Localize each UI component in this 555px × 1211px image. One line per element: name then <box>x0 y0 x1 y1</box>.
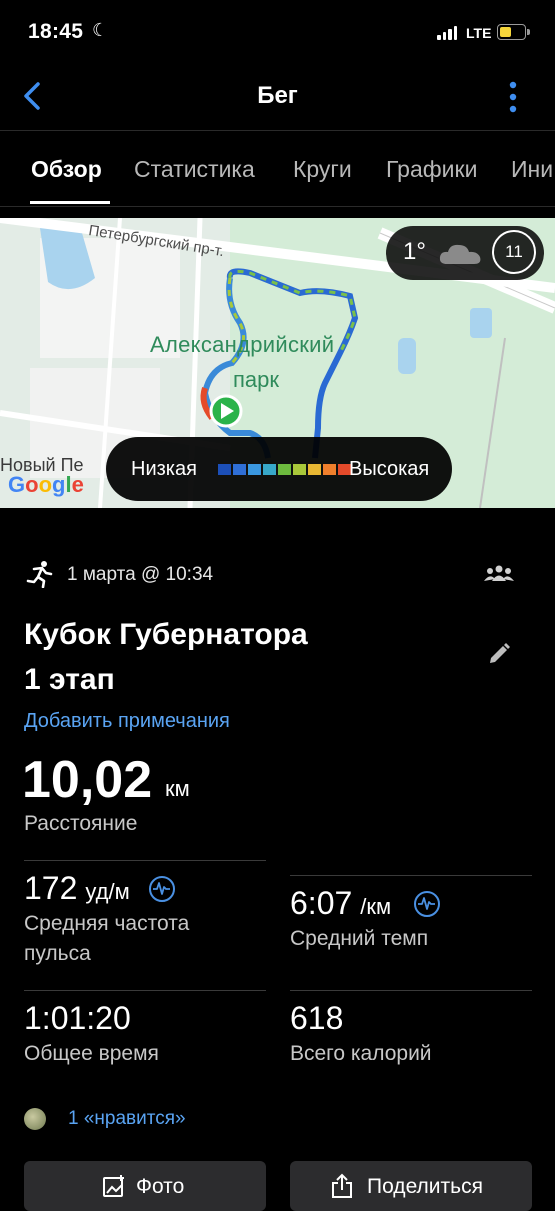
activity-date: 1 марта @ 10:34 <box>67 564 214 585</box>
activity-title: Кубок Губернатора 1 этап <box>24 612 308 702</box>
do-not-disturb-moon-icon: ☾ <box>92 20 109 40</box>
legend-color-swatch <box>278 464 291 475</box>
legend-color-swatch <box>233 464 246 475</box>
heart-rate-unit: уд/м <box>85 879 130 904</box>
distance-unit: км <box>165 776 190 801</box>
tabs-divider <box>0 206 555 207</box>
battery-cap <box>527 29 530 35</box>
tab-statistics[interactable]: Статистика <box>134 156 255 183</box>
distance-label: Расстояние <box>24 812 138 835</box>
share-button[interactable]: Поделиться <box>290 1161 532 1211</box>
total-time-label: Общее время <box>24 1042 159 1065</box>
tab-more[interactable]: Ини <box>511 156 553 183</box>
stats-divider <box>24 860 266 861</box>
legend-color-swatch <box>308 464 321 475</box>
google-attribution: Google <box>8 472 84 497</box>
distance-value: 10,02 <box>22 751 153 809</box>
legend-color-swatch <box>263 464 276 475</box>
legend-color-scale <box>218 464 351 475</box>
pace-label: Средний темп <box>290 927 429 950</box>
avatar <box>24 1108 46 1130</box>
legend-color-swatch <box>293 464 306 475</box>
group-icon[interactable] <box>484 564 514 589</box>
heart-rate-label-line1: Средняя частота <box>24 912 190 935</box>
stats-divider <box>290 875 532 876</box>
legend-low-label: Низкая <box>131 458 197 480</box>
wind-speed: 11 <box>505 242 523 261</box>
heart-rate-label-line2: пульса <box>24 942 91 965</box>
active-tab-indicator <box>30 201 110 204</box>
tab-charts[interactable]: Графики <box>386 156 477 183</box>
legend-color-swatch <box>323 464 336 475</box>
share-button-label: Поделиться <box>367 1175 483 1198</box>
heart-rate-pulse-icon[interactable] <box>149 876 175 902</box>
stats-divider <box>290 990 532 991</box>
network-type: LTE <box>466 25 492 41</box>
pace-value: 6:07 <box>290 885 353 921</box>
page-title: Бег <box>257 82 298 109</box>
map-park-label-2: парк <box>233 367 280 392</box>
tab-laps[interactable]: Круги <box>293 156 352 183</box>
add-photo-icon <box>102 1174 126 1203</box>
heart-rate-value: 172 <box>24 870 78 906</box>
battery-icon <box>497 24 526 40</box>
pace-stat: 6:07 /км <box>290 885 391 922</box>
cellular-signal-icon <box>437 24 457 40</box>
calories-label: Всего калорий <box>290 1042 432 1065</box>
share-icon <box>330 1173 354 1204</box>
status-time: 18:45 <box>28 20 84 43</box>
header-divider <box>0 130 555 131</box>
tab-overview[interactable]: Обзор <box>31 156 102 183</box>
pace-pulse-icon[interactable] <box>414 891 440 917</box>
activity-title-line1: Кубок Губернатора <box>24 618 308 651</box>
add-notes-link[interactable]: Добавить примечания <box>24 710 230 733</box>
activity-title-line2: 1 этап <box>24 663 115 696</box>
calories-value: 618 <box>290 1000 344 1036</box>
likes-link[interactable]: 1 «нравится» <box>68 1108 186 1130</box>
photo-button[interactable]: Фото <box>24 1161 266 1211</box>
cloud-icon <box>437 240 485 273</box>
edit-pencil-icon[interactable] <box>486 641 512 672</box>
photo-button-label: Фото <box>136 1175 185 1198</box>
weather-temperature: 1° <box>403 238 426 265</box>
heart-rate-stat: 172 уд/м <box>24 870 130 907</box>
legend-color-swatch <box>218 464 231 475</box>
map-park-label: Александрийский <box>150 332 335 357</box>
more-options-icon[interactable] <box>506 80 520 114</box>
legend-color-swatch <box>248 464 261 475</box>
legend-high-label: Высокая <box>349 458 430 480</box>
running-icon <box>26 560 54 593</box>
heart-rate-label: Средняя частота пульса <box>24 909 189 969</box>
total-time-value: 1:01:20 <box>24 1000 131 1036</box>
pace-unit: /км <box>360 894 392 919</box>
stats-divider <box>24 990 266 991</box>
